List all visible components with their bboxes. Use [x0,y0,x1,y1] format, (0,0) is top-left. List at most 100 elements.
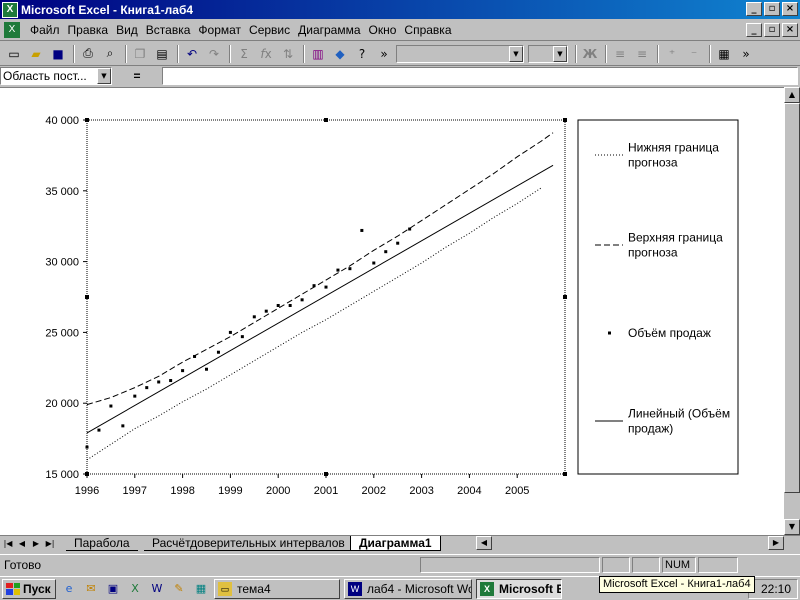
task-folder-tema4[interactable]: ▭ тема4 [214,578,340,599]
vertical-scrollbar[interactable]: ▲ ▼ [784,87,800,535]
scroll-thumb[interactable] [784,103,800,493]
chart[interactable]: 15 000 20 000 25 000 30 000 35 000 40 000 1996… [33,88,778,536]
last-sheet-icon[interactable]: ▶| [44,537,56,551]
task-excel-book1[interactable]: X Microsoft Excel - Книга1-лаб4 [476,578,562,599]
menu-insert[interactable]: Вставка [142,23,195,37]
data-point[interactable] [85,445,89,449]
font-name-combo[interactable]: ▼ [396,44,524,63]
plot-area[interactable] [86,119,566,475]
data-point[interactable] [396,241,400,245]
doc-close-icon[interactable]: × [782,23,798,37]
data-point[interactable] [264,309,268,313]
data-point[interactable] [288,303,292,307]
function-icon[interactable]: fx [256,44,276,64]
selection-handle[interactable] [324,118,328,122]
formula-equals-sign[interactable]: = [112,69,162,83]
selection-handle[interactable] [85,295,89,299]
menu-chart[interactable]: Диаграмма [294,23,364,37]
align-center-icon[interactable]: ≡ [610,44,630,64]
data-point[interactable] [408,227,412,231]
data-point[interactable] [300,298,304,302]
data-point[interactable] [169,379,173,383]
data-point[interactable] [324,285,328,289]
data-point[interactable] [145,386,149,390]
data-point[interactable] [216,350,220,354]
drawing-icon[interactable]: ◆ [330,44,350,64]
borders-icon[interactable]: ▦ [714,44,734,64]
open-folder-icon[interactable]: ▰ [26,44,46,64]
redo-icon[interactable]: ↷ [204,44,224,64]
clock[interactable]: 22:10 [761,582,791,596]
data-point[interactable] [384,250,388,254]
selection-handle[interactable] [563,118,567,122]
first-sheet-icon[interactable]: |◀ [2,537,14,551]
sort-ascending-icon[interactable]: ⇅ [278,44,298,64]
data-point[interactable] [312,284,316,288]
menu-file[interactable]: Файл [26,23,64,37]
increase-decimal-icon[interactable]: ⁺ [662,44,682,64]
paint-icon[interactable]: ✎ [170,580,188,598]
outlook-icon[interactable]: ✉ [82,580,100,598]
chevron-down-icon[interactable]: ▼ [97,68,111,84]
name-box[interactable]: Область пост... ▼ [0,67,112,85]
next-sheet-icon[interactable]: ▶ [30,537,42,551]
toolbar-more-icon[interactable]: » [736,44,756,64]
data-point[interactable] [360,228,364,232]
new-document-icon[interactable]: ▭ [4,44,24,64]
series-line-3[interactable] [86,164,554,434]
data-point[interactable] [276,303,280,307]
data-point[interactable] [205,367,208,371]
series-line-1[interactable] [86,132,554,406]
word-quicklaunch-icon[interactable]: W [148,580,166,598]
menu-window[interactable]: Окно [365,23,401,37]
sheet-tab-intervals[interactable]: Расчётдоверительных интервалов [144,536,353,551]
excel-quicklaunch-icon[interactable]: X [126,580,144,598]
data-point[interactable] [121,424,125,428]
align-right-icon[interactable]: ≡ [632,44,652,64]
data-point[interactable] [157,380,161,384]
data-point[interactable] [336,268,340,272]
font-size-combo[interactable]: ▼ [528,44,568,63]
chevron-down-icon[interactable]: ▼ [509,45,523,62]
task-word-lab4[interactable]: Wлаб4 - Microsoft Word [344,578,472,599]
prev-sheet-icon[interactable]: ◀ [16,537,28,551]
internet-explorer-icon[interactable]: e [60,580,78,598]
data-point[interactable] [228,330,232,334]
doc-minimize-icon[interactable]: _ [746,23,762,37]
start-button[interactable]: Пуск [2,578,56,599]
scroll-right-icon[interactable]: ▶ [768,536,784,550]
data-point[interactable] [240,335,244,339]
selection-handle[interactable] [563,472,567,476]
sheet-tab-parabola[interactable]: Парабола [66,536,138,551]
toolbar-more-icon[interactable]: » [374,44,394,64]
calculator-icon[interactable]: ▦ [192,580,210,598]
menu-help[interactable]: Справка [400,23,455,37]
data-point[interactable] [133,394,137,398]
menu-tools[interactable]: Сервис [245,23,294,37]
data-point[interactable] [97,428,101,432]
copy-icon[interactable]: ❐ [130,44,150,64]
excel-app-icon[interactable]: X [2,1,18,18]
paste-icon[interactable]: ▤ [152,44,172,64]
chevron-down-icon[interactable]: ▼ [553,45,567,62]
sheet-tab-chart1[interactable]: Диаграмма1 [350,536,441,551]
data-point[interactable] [193,354,197,358]
minimize-icon[interactable]: _ [746,2,762,16]
workbook-icon[interactable]: X [4,21,20,38]
series-line-0[interactable] [86,187,542,461]
scroll-left-icon[interactable]: ◀ [476,536,492,550]
restore-icon[interactable]: ▫ [764,2,780,16]
print-preview-icon[interactable]: ⌕ [100,44,120,64]
menu-edit[interactable]: Правка [64,23,113,37]
data-point[interactable] [348,267,352,271]
undo-icon[interactable]: ↶ [182,44,202,64]
scroll-up-icon[interactable]: ▲ [784,87,800,103]
scroll-down-icon[interactable]: ▼ [784,519,800,535]
chart-wizard-icon[interactable]: ▥ [308,44,328,64]
formula-input[interactable] [162,67,798,85]
desktop-icon[interactable]: ▣ [104,580,122,598]
help-icon[interactable]: ? [352,44,372,64]
close-icon[interactable]: × [782,2,798,16]
data-point[interactable] [372,261,376,265]
decrease-decimal-icon[interactable]: ⁻ [684,44,704,64]
